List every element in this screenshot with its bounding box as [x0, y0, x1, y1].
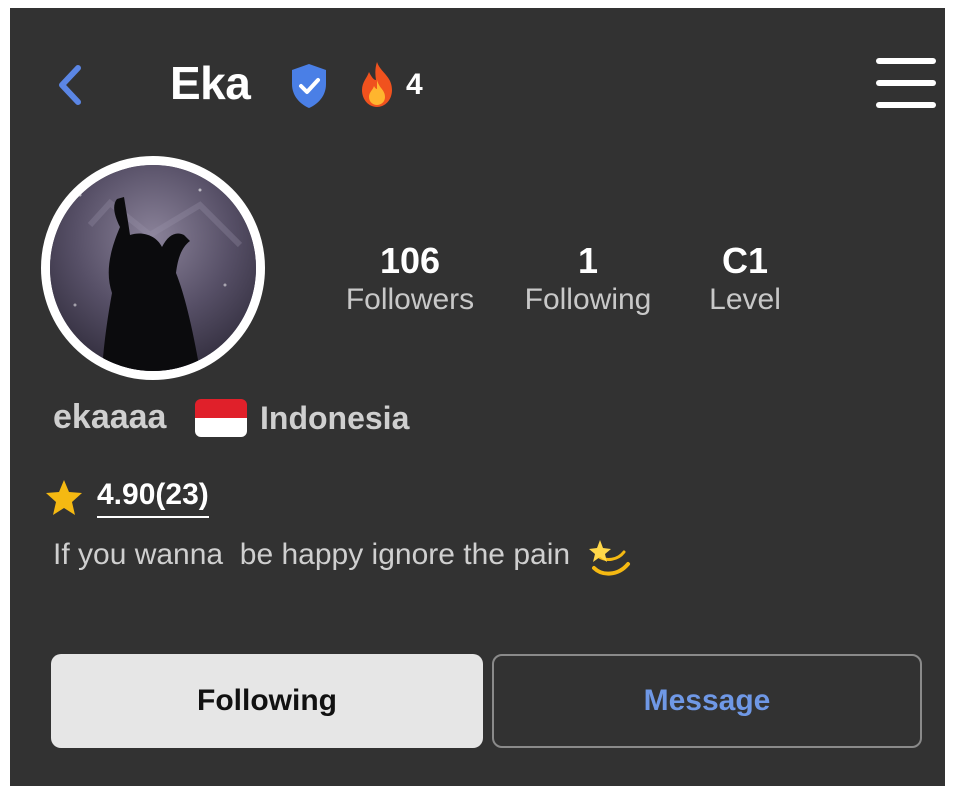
- followers-count: 106: [379, 240, 441, 281]
- following-button[interactable]: Following: [51, 654, 483, 748]
- avatar-image: [50, 165, 256, 371]
- following-count: 1: [577, 240, 599, 281]
- verified-shield-icon: [288, 62, 330, 110]
- back-button[interactable]: [50, 60, 94, 110]
- star-icon: [44, 478, 84, 518]
- stat-followers[interactable]: 106 Followers: [335, 240, 485, 318]
- followers-label: Followers: [345, 283, 475, 316]
- streak-count: 4: [406, 68, 423, 101]
- avatar[interactable]: [41, 156, 265, 380]
- level-value: C1: [721, 240, 769, 281]
- level-label: Level: [709, 283, 781, 316]
- profile-screen: Eka 4 106 Followers 1 Following C1 Level…: [10, 8, 945, 786]
- dizzy-sparkle-icon: [588, 538, 632, 578]
- username: ekaaaa: [53, 398, 167, 436]
- stat-level[interactable]: C1 Level: [670, 240, 820, 318]
- stat-following[interactable]: 1 Following: [513, 240, 663, 318]
- indonesia-flag-icon: [195, 399, 247, 437]
- menu-button[interactable]: [876, 58, 936, 110]
- message-button[interactable]: Message: [492, 654, 922, 748]
- rating-link[interactable]: 4.90(23): [97, 478, 209, 518]
- following-label: Following: [524, 283, 652, 316]
- chevron-left-icon: [59, 65, 81, 105]
- flame-icon: [354, 60, 400, 110]
- country-name: Indonesia: [260, 400, 410, 436]
- profile-title: Eka: [170, 57, 251, 109]
- bio-text: If you wanna be happy ignore the pain: [53, 538, 571, 571]
